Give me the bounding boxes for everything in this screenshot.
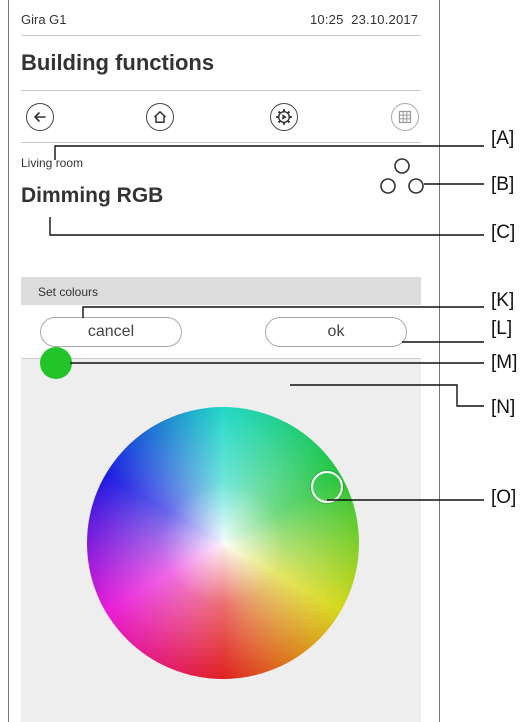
callout-m: [M] <box>491 352 518 373</box>
callout-k: [K] <box>491 290 515 311</box>
callout-line-n <box>290 384 484 407</box>
callout-line-c <box>49 217 484 236</box>
callout-l: [L] <box>491 318 513 339</box>
callout-n: [N] <box>491 397 516 418</box>
callout-o: [O] <box>491 487 517 508</box>
callout-line-k <box>82 306 484 318</box>
callout-c: [C] <box>491 222 516 243</box>
callout-lines <box>49 145 484 501</box>
callout-b: [B] <box>491 174 515 195</box>
callout-a: [A] <box>491 128 515 149</box>
manual-illustration: Gira G1 10:25 23.10.2017 Building functi… <box>0 0 532 722</box>
callout-line-a <box>54 145 484 160</box>
